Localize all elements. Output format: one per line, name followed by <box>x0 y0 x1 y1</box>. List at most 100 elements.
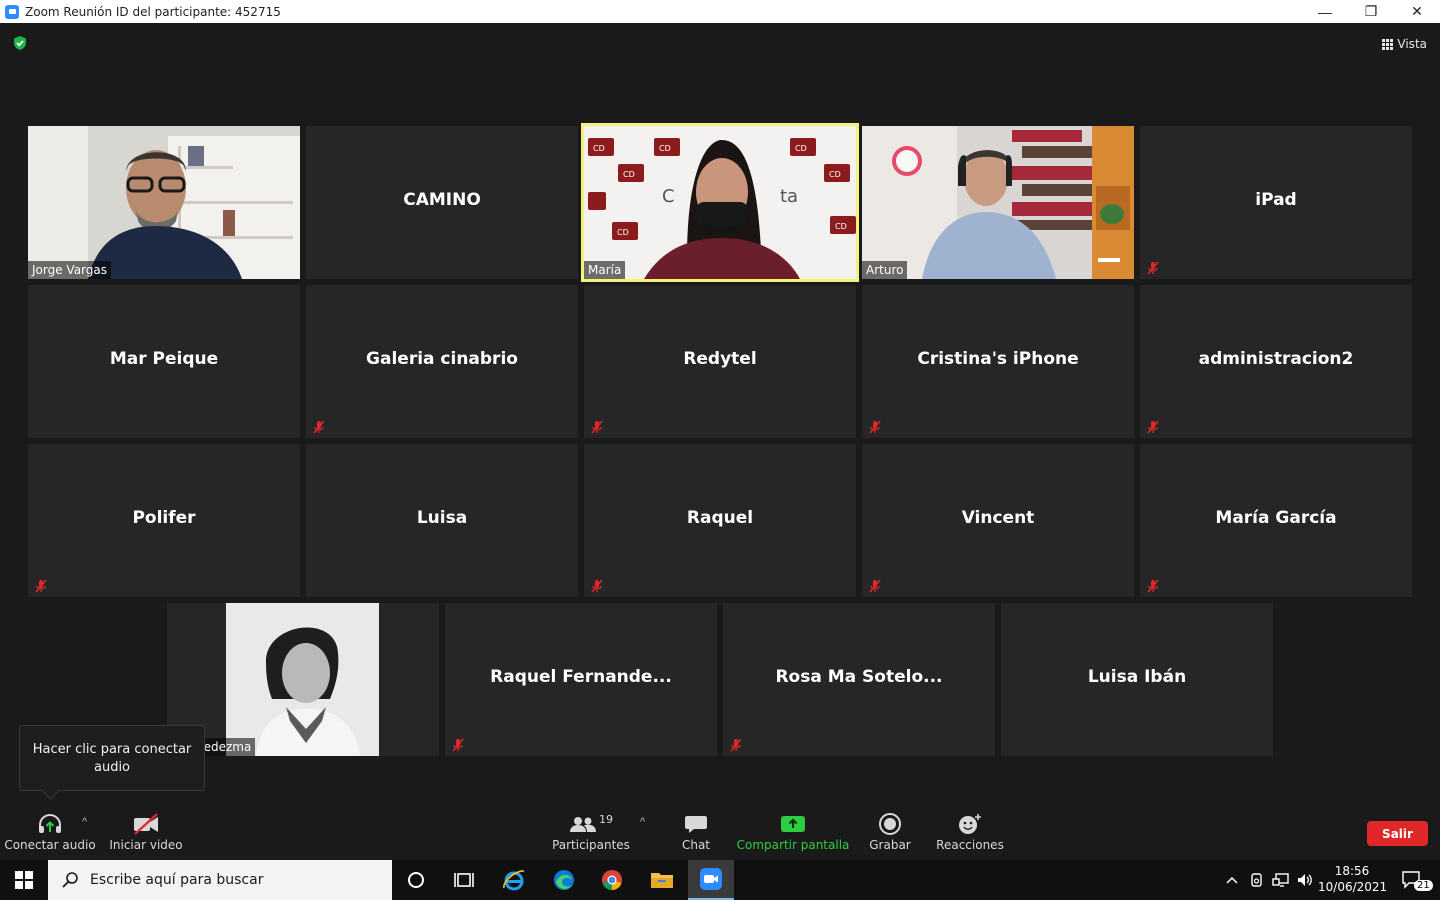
taskbar-internet-explorer[interactable] <box>492 860 536 900</box>
notifications-button[interactable]: 21 <box>1392 860 1433 900</box>
minimize-button[interactable]: — <box>1302 0 1348 23</box>
share-screen-icon <box>781 816 805 832</box>
participant-name: iPad <box>1255 190 1297 210</box>
participant-tile[interactable]: Redytel <box>584 285 856 438</box>
participant-tile[interactable]: Vincent <box>862 444 1134 597</box>
svg-text:CD: CD <box>593 144 605 153</box>
muted-mic-icon <box>35 579 47 593</box>
participant-name-label: María <box>584 261 626 279</box>
search-icon <box>62 872 78 888</box>
participant-name: Galeria cinabrio <box>366 349 518 369</box>
participant-profile-photo <box>226 603 379 756</box>
connect-audio-button[interactable]: Conectar audio <box>4 810 96 856</box>
active-speaker-tile[interactable]: CD CD CD CD CD CD CD C ta María <box>581 123 859 282</box>
record-button[interactable]: Grabar <box>868 810 912 856</box>
windows-logo-icon <box>15 871 33 889</box>
show-hidden-icons-button[interactable] <box>1222 860 1242 900</box>
participant-tile[interactable]: Mar Peique <box>28 285 300 438</box>
participant-tile[interactable]: Polifer <box>28 444 300 597</box>
svg-text:C: C <box>662 186 675 207</box>
participant-name-label: Arturo <box>862 261 908 279</box>
view-button[interactable]: Vista <box>1382 35 1427 53</box>
participant-tile[interactable]: Cristina's iPhone <box>862 285 1134 438</box>
chevron-up-icon <box>1226 876 1238 884</box>
participant-tile[interactable]: CAMINO <box>306 126 578 279</box>
participant-tile[interactable]: Rosa Ma Sotelo... <box>723 603 995 756</box>
muted-mic-icon <box>591 420 603 434</box>
participant-tile[interactable]: Raquel <box>584 444 856 597</box>
participant-name: Raquel Fernande... <box>490 667 672 687</box>
share-screen-button[interactable]: Compartir pantalla <box>737 810 849 856</box>
participant-name: Vincent <box>961 508 1035 528</box>
muted-mic-icon <box>313 420 325 434</box>
tray-volume-button[interactable] <box>1294 860 1316 900</box>
zoom-icon <box>700 868 722 890</box>
taskbar-clock[interactable]: 18:56 10/06/2021 <box>1318 863 1388 895</box>
audio-options-caret-icon[interactable]: ^ <box>82 816 87 828</box>
chrome-icon <box>602 870 622 890</box>
chat-bubble-icon <box>685 816 707 833</box>
window-title: Zoom Reunión ID del participante: 452715 <box>25 4 281 19</box>
close-button[interactable]: ✕ <box>1394 0 1440 23</box>
participant-name: administracion2 <box>1198 349 1354 369</box>
participants-options-caret-icon[interactable]: ^ <box>640 816 645 828</box>
participants-label: Participantes <box>552 838 630 852</box>
meeting-toolbar: Conectar audio ^ Iniciar video 19 Partic… <box>0 800 1440 860</box>
meeting-area: Vista Jorge Vargas CAMINO CD CD CD CD CD… <box>0 23 1440 800</box>
taskbar-search-box[interactable]: Escribe aquí para buscar <box>48 860 392 900</box>
muted-mic-icon <box>869 579 881 593</box>
tray-device-icon-button[interactable] <box>1246 860 1268 900</box>
participant-tile[interactable]: María García <box>1140 444 1412 597</box>
window-controls: — ❐ ✕ <box>1302 0 1440 23</box>
reactions-smiley-icon <box>959 814 981 834</box>
participant-name: María García <box>1215 508 1337 528</box>
connect-audio-tooltip: Hacer clic para conectar audio <box>19 725 205 791</box>
search-placeholder: Escribe aquí para buscar <box>90 872 264 888</box>
participant-name: Luisa <box>416 508 468 528</box>
folder-icon <box>651 873 673 888</box>
muted-mic-icon <box>1147 579 1159 593</box>
participant-tile[interactable]: Luisa Ibán <box>1001 603 1273 756</box>
task-view-button[interactable] <box>442 860 486 900</box>
tray-network-button[interactable] <box>1270 860 1292 900</box>
participants-button[interactable]: 19 Participantes <box>552 810 630 856</box>
network-icon <box>1272 873 1289 887</box>
participant-name: CAMINO <box>403 190 481 210</box>
taskbar-edge[interactable] <box>542 860 586 900</box>
encryption-shield-icon[interactable] <box>12 35 28 51</box>
leave-meeting-button[interactable]: Salir <box>1367 821 1428 846</box>
svg-text:CD: CD <box>617 228 629 237</box>
start-video-button[interactable]: Iniciar video <box>109 810 183 856</box>
taskbar-zoom[interactable] <box>688 860 734 900</box>
participant-tile[interactable]: ana Ledezma <box>167 603 439 756</box>
restore-button[interactable]: ❐ <box>1348 0 1394 23</box>
reactions-button[interactable]: Reacciones <box>936 810 1004 856</box>
muted-mic-icon <box>1147 261 1159 275</box>
participant-tile[interactable]: iPad <box>1140 126 1412 279</box>
zoom-app-icon <box>5 4 19 19</box>
taskbar-file-explorer[interactable] <box>640 860 684 900</box>
device-icon <box>1251 873 1262 887</box>
participant-tile[interactable]: Raquel Fernande... <box>445 603 717 756</box>
participant-name: Redytel <box>683 349 757 369</box>
participant-tile[interactable]: Jorge Vargas <box>28 126 300 279</box>
start-video-label: Iniciar video <box>109 838 183 852</box>
chat-button[interactable]: Chat <box>676 810 716 856</box>
clock-date: 10/06/2021 <box>1318 880 1388 894</box>
participant-name: Rosa Ma Sotelo... <box>775 667 943 687</box>
participant-tile[interactable]: Luisa <box>306 444 578 597</box>
participant-name: Mar Peique <box>109 349 219 369</box>
reactions-label: Reacciones <box>936 838 1004 852</box>
participant-tile[interactable]: Arturo <box>862 126 1134 279</box>
participant-video: CD CD CD CD CD CD CD C ta <box>584 126 856 279</box>
headphones-arrow-icon <box>39 813 61 833</box>
participants-icon <box>570 817 596 832</box>
participant-tile[interactable]: administracion2 <box>1140 285 1412 438</box>
participant-name: Cristina's iPhone <box>917 349 1079 369</box>
video-off-icon <box>134 813 158 835</box>
participant-tile[interactable]: Galeria cinabrio <box>306 285 578 438</box>
taskbar-chrome[interactable] <box>590 860 634 900</box>
start-button[interactable] <box>0 860 48 900</box>
task-view-icon <box>454 873 474 887</box>
cortana-button[interactable] <box>394 860 438 900</box>
